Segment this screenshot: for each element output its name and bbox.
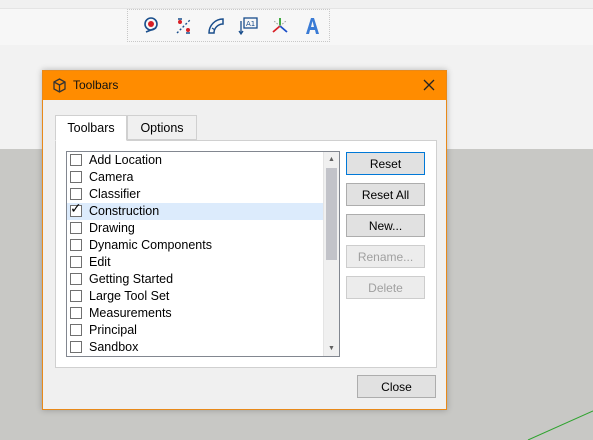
- list-item-label: Principal: [89, 323, 137, 337]
- list-item-label: Construction: [89, 204, 160, 218]
- toolbar-checkbox[interactable]: [70, 154, 82, 166]
- walk-icon[interactable]: [172, 14, 196, 38]
- toolbar-checkbox[interactable]: [70, 290, 82, 302]
- list-item-label: Sandbox: [89, 340, 139, 354]
- tab-options[interactable]: Options: [127, 115, 197, 140]
- toolbar-checkbox[interactable]: [70, 188, 82, 200]
- construction-toolbar: A1: [127, 9, 330, 42]
- list-item[interactable]: Edit: [67, 254, 323, 271]
- close-icon[interactable]: [420, 76, 438, 94]
- toolbar-checkbox[interactable]: [70, 307, 82, 319]
- list-item-label: Large Tool Set: [89, 289, 170, 303]
- list-item[interactable]: Add Location: [67, 152, 323, 169]
- listbox-scrollbar[interactable]: ▲ ▼: [323, 152, 339, 356]
- svg-text:A1: A1: [246, 20, 255, 28]
- toolbar-checkbox[interactable]: [70, 324, 82, 336]
- dialog-title: Toolbars: [73, 78, 119, 92]
- close-button[interactable]: Close: [357, 375, 436, 398]
- list-item-label: Measurements: [89, 306, 172, 320]
- toolbar-checkbox[interactable]: [70, 273, 82, 285]
- toolbar-checkbox[interactable]: [70, 239, 82, 251]
- list-item[interactable]: Drawing: [67, 220, 323, 237]
- tab-label: Toolbars: [67, 121, 115, 135]
- list-item[interactable]: ✓ Construction: [67, 201, 323, 220]
- toolbars-dialog: Toolbars Toolbars Options Add Location Ca…: [42, 70, 447, 410]
- toolbar-checkbox[interactable]: [70, 341, 82, 353]
- rename-button[interactable]: Rename...: [346, 245, 425, 268]
- toolbar-checkbox[interactable]: [70, 222, 82, 234]
- toolbars-tab-panel: Add Location Camera Classifier ✓ Constructio…: [55, 140, 437, 368]
- app-title-strip: [0, 0, 593, 9]
- scrollbar-thumb[interactable]: [326, 168, 337, 260]
- protractor-icon[interactable]: [204, 14, 228, 38]
- list-item-label: Getting Started: [89, 272, 174, 286]
- list-item[interactable]: Sandbox: [67, 339, 323, 356]
- list-item-label: Drawing: [89, 221, 135, 235]
- scroll-down-icon[interactable]: ▼: [324, 341, 339, 356]
- new-button[interactable]: New...: [346, 214, 425, 237]
- text-label-icon[interactable]: A1: [236, 14, 260, 38]
- position-camera-icon[interactable]: [140, 14, 164, 38]
- tab-toolbars[interactable]: Toolbars: [55, 115, 127, 141]
- list-item-label: Dynamic Components: [89, 238, 212, 252]
- list-item[interactable]: Dynamic Components: [67, 237, 323, 254]
- scroll-up-icon[interactable]: ▲: [324, 152, 339, 167]
- list-item-label: Add Location: [89, 153, 162, 167]
- toolbar-checkbox[interactable]: [70, 171, 82, 183]
- list-item[interactable]: Camera: [67, 169, 323, 186]
- list-item[interactable]: Classifier: [67, 186, 323, 203]
- checkmark-icon: ✓: [70, 201, 82, 217]
- toolbar-listbox[interactable]: Add Location Camera Classifier ✓ Constructio…: [66, 151, 340, 357]
- axes-icon[interactable]: [268, 14, 292, 38]
- dialog-titlebar[interactable]: Toolbars: [43, 71, 446, 100]
- sketchup-logo-icon: [52, 78, 67, 93]
- list-item[interactable]: Measurements: [67, 305, 323, 322]
- list-item-label: Camera: [89, 170, 134, 184]
- list-item[interactable]: Principal: [67, 322, 323, 339]
- list-item[interactable]: Large Tool Set: [67, 288, 323, 305]
- list-item-label: Edit: [89, 255, 111, 269]
- list-item-label: Classifier: [89, 187, 141, 201]
- reset-all-button[interactable]: Reset All: [346, 183, 425, 206]
- tab-label: Options: [140, 120, 184, 135]
- reset-button[interactable]: Reset: [346, 152, 425, 175]
- 3d-text-icon[interactable]: [300, 14, 324, 38]
- toolbar-checkbox[interactable]: ✓: [70, 201, 82, 217]
- list-item[interactable]: Getting Started: [67, 271, 323, 288]
- toolbar-checkbox[interactable]: [70, 256, 82, 268]
- delete-button[interactable]: Delete: [346, 276, 425, 299]
